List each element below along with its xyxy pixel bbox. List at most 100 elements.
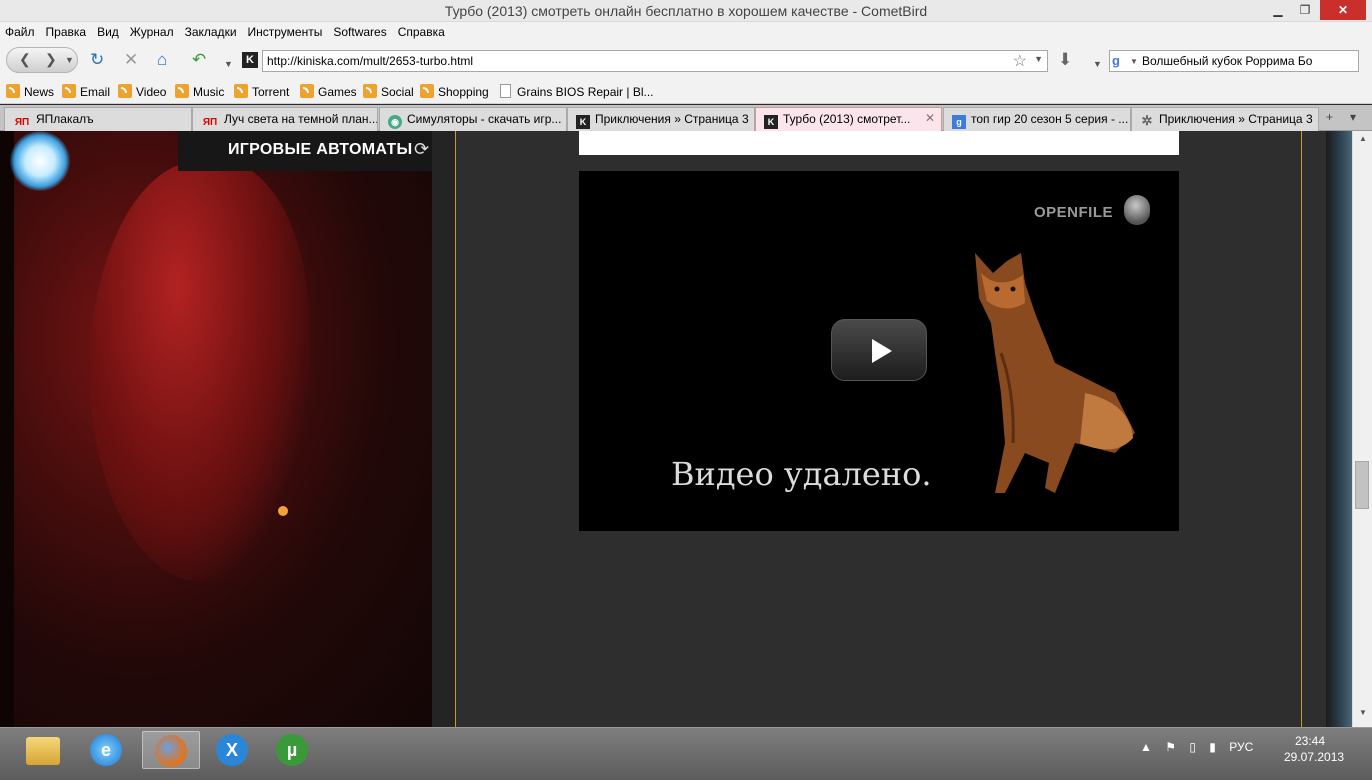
url-dropdown-icon[interactable]: ▼ xyxy=(1034,54,1043,64)
scroll-down-icon[interactable]: ▼ xyxy=(1353,708,1372,724)
taskbar-cometbird[interactable] xyxy=(142,731,200,769)
list-all-tabs-icon[interactable]: ▾ xyxy=(1350,110,1356,124)
minimize-button[interactable]: ▁ xyxy=(1265,0,1291,20)
menu-softwares[interactable]: Softwares xyxy=(328,22,392,39)
menu-edit[interactable]: Правка xyxy=(41,22,93,39)
bookmark-news[interactable]: News xyxy=(6,84,54,99)
vertical-scrollbar[interactable]: ▲ ▼ xyxy=(1352,131,1372,727)
rss-folder-icon xyxy=(420,84,434,98)
stop-icon[interactable]: ✕ xyxy=(124,51,138,69)
taskbar-xlite[interactable]: X xyxy=(204,731,262,769)
bookmark-music[interactable]: Music xyxy=(175,84,224,99)
scrollbar-thumb[interactable] xyxy=(1355,461,1369,509)
undo-dropdown-icon[interactable]: ▼ xyxy=(224,55,233,73)
bookmark-label: Shopping xyxy=(438,85,489,99)
arc-reactor-glow xyxy=(10,131,70,191)
new-tab-icon[interactable]: + xyxy=(1326,110,1333,124)
gear-site-icon: ✲ xyxy=(1141,113,1153,128)
download-icon[interactable]: ⬇ xyxy=(1058,51,1072,69)
undo-close-icon[interactable]: ↶ xyxy=(192,51,206,69)
rss-folder-icon xyxy=(6,84,20,98)
url-bar[interactable]: ☆ ▼ xyxy=(262,50,1048,72)
play-button[interactable] xyxy=(831,319,927,381)
bookmark-video[interactable]: Video xyxy=(118,84,166,99)
tab-top-gear[interactable]: g топ гир 20 сезон 5 серия - ... xyxy=(943,107,1131,131)
menu-view[interactable]: Вид xyxy=(92,22,125,39)
bookmark-star-icon[interactable]: ☆ xyxy=(1013,51,1027,71)
bookmark-grains-bios[interactable]: Grains BIOS Repair | Bl... xyxy=(500,84,654,99)
rss-folder-icon xyxy=(234,84,248,98)
window-title: Турбо (2013) смотреть онлайн бесплатно в… xyxy=(444,3,928,19)
language-indicator[interactable]: РУС xyxy=(1229,740,1253,754)
bookmark-shopping[interactable]: Shopping xyxy=(420,84,489,99)
tab-turbo-active[interactable]: K Турбо (2013) смотрет... ✕ xyxy=(755,107,942,131)
search-engine-icon[interactable]: g xyxy=(1112,53,1128,69)
xlite-icon: X xyxy=(216,734,248,766)
openfile-logo-icon xyxy=(1124,195,1150,225)
menu-bar: Файл Правка Вид Журнал Закладки Инструменты So… xyxy=(0,22,1372,42)
scroll-up-icon[interactable]: ▲ xyxy=(1353,134,1372,150)
back-forward-group: ❮ ❯ ▼ xyxy=(6,47,78,73)
search-input[interactable] xyxy=(1142,52,1352,70)
reload-icon[interactable]: ↻ xyxy=(90,51,104,69)
bookmark-email[interactable]: Email xyxy=(62,84,110,99)
tab-yaplakal[interactable]: ЯП ЯПлакалъ xyxy=(4,107,192,131)
bookmark-label: News xyxy=(24,85,55,99)
menu-file[interactable]: Файл xyxy=(0,22,41,39)
tab-label: Симуляторы - скачать игр... xyxy=(407,112,562,126)
tab-adventures-page3[interactable]: K Приключения » Страница 3 xyxy=(567,107,755,131)
video-player[interactable]: OPENFILE Видео удалено. xyxy=(579,171,1179,531)
bookmark-label: Music xyxy=(193,85,225,99)
bookmark-social[interactable]: Social xyxy=(363,84,414,99)
tab-strip: ЯП ЯПлакалъ ЯП Луч света на темной план...… xyxy=(0,105,1372,131)
url-input[interactable] xyxy=(267,52,1007,70)
power-icon[interactable]: ▯ xyxy=(1189,740,1196,754)
background-edge xyxy=(0,131,14,727)
tab-label: Луч света на темной план... xyxy=(224,112,378,126)
side-column xyxy=(432,131,456,727)
bookmark-label: Torrent xyxy=(252,85,290,99)
rss-folder-icon xyxy=(118,84,132,98)
close-tab-icon[interactable]: ✕ xyxy=(925,111,935,125)
home-icon[interactable]: ⌂ xyxy=(157,51,167,69)
system-tray: ▲ ⚑ ▯ ▮ РУС xyxy=(1140,740,1263,754)
tab-label: Приключения » Страница 3 xyxy=(1159,112,1313,126)
search-engine-dropdown-icon[interactable]: ▼ xyxy=(1130,57,1138,66)
rss-folder-icon xyxy=(300,84,314,98)
action-center-flag-icon[interactable]: ⚑ xyxy=(1165,740,1176,754)
history-dropdown-icon[interactable]: ▼ xyxy=(65,55,74,65)
download-dropdown-icon[interactable]: ▼ xyxy=(1093,55,1102,73)
tab-luch-sveta[interactable]: ЯП Луч света на темной план... xyxy=(192,107,378,131)
yaplakal-icon: ЯП xyxy=(14,117,30,128)
bookmark-torrent[interactable]: Torrent xyxy=(234,84,289,99)
rss-folder-icon xyxy=(62,84,76,98)
bookmark-games[interactable]: Games xyxy=(300,84,357,99)
network-signal-icon[interactable]: ▮ xyxy=(1209,740,1216,754)
yaplakal-icon: ЯП xyxy=(202,117,218,128)
taskbar-internet-explorer[interactable]: e xyxy=(78,731,136,769)
tab-adventures-page3-b[interactable]: ✲ Приключения » Страница 3 xyxy=(1131,107,1319,131)
navigation-toolbar: ❮ ❯ ▼ ↻ ✕ ⌂ ↶ ▼ K ☆ ▼ ⬇ ▼ g ▼ xyxy=(0,42,1372,78)
rss-folder-icon xyxy=(175,84,189,98)
slot-machines-banner[interactable]: ИГРОВЫЕ АВТОМАТЫ ⟳ xyxy=(178,131,432,171)
spark-dot xyxy=(278,506,288,516)
right-background-image xyxy=(1326,131,1352,727)
back-arrow-icon[interactable]: ❮ xyxy=(19,51,31,68)
tab-simulators[interactable]: ◉ Симуляторы - скачать игр... xyxy=(379,107,567,131)
maximize-button[interactable]: ❐ xyxy=(1292,0,1318,20)
menu-tools[interactable]: Инструменты xyxy=(243,22,329,39)
video-brand-label: OPENFILE xyxy=(1034,204,1114,221)
menu-history[interactable]: Журнал xyxy=(125,22,180,39)
close-window-button[interactable]: ✕ xyxy=(1320,0,1366,20)
menu-help[interactable]: Справка xyxy=(393,22,451,39)
forward-arrow-icon[interactable]: ❯ xyxy=(45,51,57,68)
simulators-icon: ◉ xyxy=(388,115,402,129)
bookmark-label: Email xyxy=(80,85,111,99)
banner-arrow-icon: ⟳ xyxy=(414,139,430,159)
system-clock[interactable]: 23:44 29.07.2013 xyxy=(1284,733,1344,765)
taskbar-utorrent[interactable]: µ xyxy=(264,731,322,769)
search-bar[interactable]: g ▼ xyxy=(1109,50,1359,72)
taskbar-explorer[interactable] xyxy=(14,731,72,769)
show-hidden-icons-icon[interactable]: ▲ xyxy=(1140,740,1152,754)
menu-bookmarks[interactable]: Закладки xyxy=(180,22,243,39)
